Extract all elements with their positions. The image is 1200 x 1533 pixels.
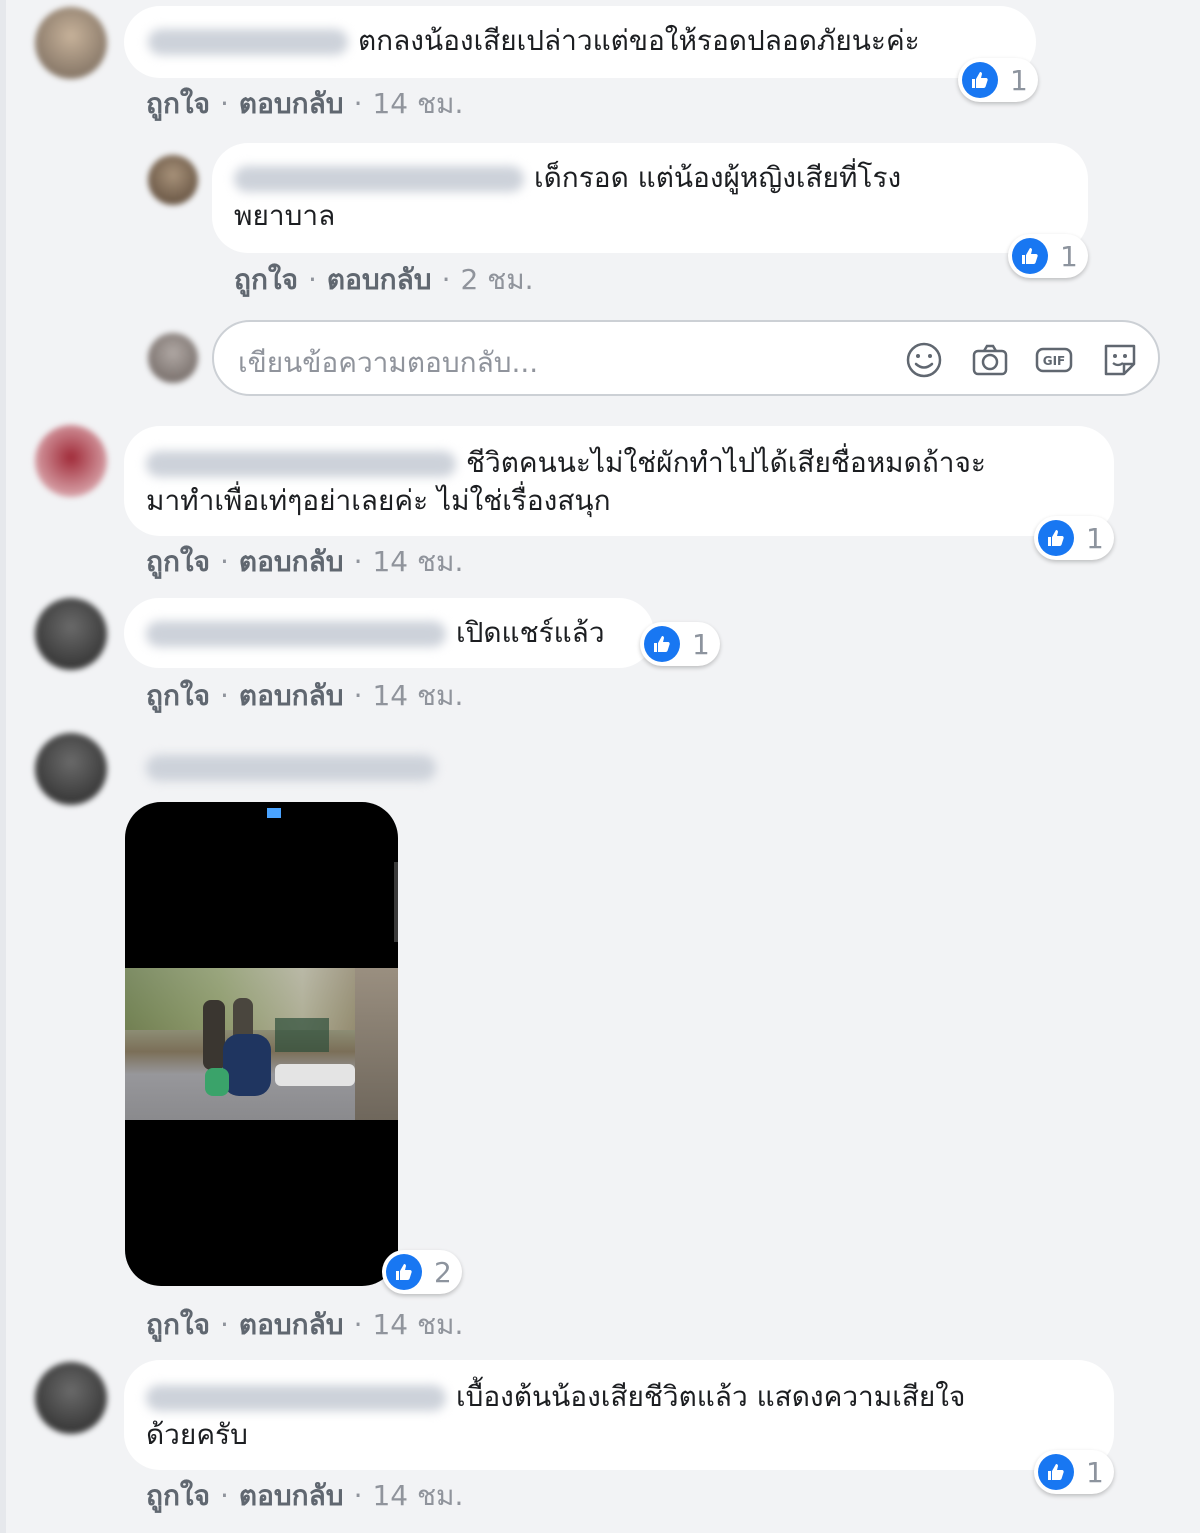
reaction-count[interactable]: 1 xyxy=(1008,234,1088,278)
like-link[interactable]: ถูกใจ xyxy=(234,263,298,296)
reply-link[interactable]: ตอบกลับ xyxy=(239,1479,344,1512)
reply-link[interactable]: ตอบกลับ xyxy=(239,679,344,712)
sticker-icon[interactable] xyxy=(1100,340,1140,380)
reply-bubble: เด็กรอด แต่น้องผู้หญิงเสียที่โรง พยาบาล xyxy=(212,143,1088,253)
blurred-author-name[interactable] xyxy=(146,621,446,647)
avatar[interactable] xyxy=(35,1362,107,1434)
comment-actions: ถูกใจ · ตอบกลับ · 14 ชม. xyxy=(146,679,464,712)
like-icon xyxy=(644,626,680,662)
comment-text: ตกลงน้องเสียเปล่าวแต่ขอให้รอดปลอดภัยนะค่… xyxy=(358,24,920,57)
reply-link[interactable]: ตอบกลับ xyxy=(239,545,344,578)
reaction-count[interactable]: 1 xyxy=(958,58,1038,102)
timestamp[interactable]: 14 ชม. xyxy=(372,1308,463,1341)
avatar[interactable] xyxy=(35,425,107,497)
comment-bubble: เบื้องต้นน้องเสียชีวิตแล้ว แสดงความเสียใ… xyxy=(124,1360,1114,1470)
smile-icon[interactable] xyxy=(904,340,944,380)
reaction-count[interactable]: 1 xyxy=(1034,516,1114,560)
gif-icon[interactable]: GIF xyxy=(1034,340,1074,380)
video-attachment[interactable] xyxy=(125,802,398,1286)
comment-bubble: ชีวิตคนนะไม่ใช่ผักทำไปได้เสียชื่อหมดถ้าจ… xyxy=(124,426,1114,536)
comment-bubble: ตกลงน้องเสียเปล่าวแต่ขอให้รอดปลอดภัยนะค่… xyxy=(124,6,1036,78)
timestamp[interactable]: 14 ชม. xyxy=(372,87,463,120)
like-icon xyxy=(962,62,998,98)
blurred-author-name[interactable] xyxy=(234,166,524,192)
comment-text-line1: ชีวิตคนนะไม่ใช่ผักทำไปได้เสียชื่อหมดถ้าจ… xyxy=(466,446,986,479)
like-icon xyxy=(1038,520,1074,556)
camera-icon[interactable] xyxy=(970,340,1010,380)
like-link[interactable]: ถูกใจ xyxy=(146,87,210,120)
comment-text-line2: มาทำเพื่อเท่ๆอย่าเลยค่ะ ไม่ใช่เรื่องสนุก xyxy=(146,484,611,517)
avatar[interactable] xyxy=(35,598,107,670)
like-link[interactable]: ถูกใจ xyxy=(146,1479,210,1512)
like-link[interactable]: ถูกใจ xyxy=(146,1308,210,1341)
comment-text-line2: พยาบาล xyxy=(234,199,336,232)
like-icon xyxy=(1012,238,1048,274)
reaction-count[interactable]: 2 xyxy=(382,1250,462,1294)
avatar[interactable] xyxy=(35,7,107,79)
timestamp[interactable]: 14 ชม. xyxy=(372,679,463,712)
video-top-marker xyxy=(267,808,281,818)
avatar[interactable] xyxy=(148,155,198,205)
video-scrollbar xyxy=(394,862,398,942)
like-icon xyxy=(386,1254,422,1290)
comment-actions: ถูกใจ · ตอบกลับ · 2 ชม. xyxy=(234,263,534,296)
reply-input[interactable]: เขียนข้อความตอบกลับ... GIF xyxy=(212,320,1160,396)
comment-actions: ถูกใจ · ตอบกลับ · 14 ชม. xyxy=(146,1308,464,1341)
left-edge xyxy=(0,0,6,1533)
reply-link[interactable]: ตอบกลับ xyxy=(239,1308,344,1341)
timestamp[interactable]: 2 ชม. xyxy=(460,263,533,296)
blurred-author-name[interactable] xyxy=(148,29,348,55)
reaction-count[interactable]: 1 xyxy=(1034,1450,1114,1494)
blurred-author-name[interactable] xyxy=(146,1385,446,1411)
like-link[interactable]: ถูกใจ xyxy=(146,679,210,712)
video-frame xyxy=(125,968,398,1120)
like-icon xyxy=(1038,1454,1074,1490)
comment-text-line1: เบื้องต้นน้องเสียชีวิตแล้ว แสดงความเสียใ… xyxy=(456,1380,966,1413)
blurred-author-name[interactable] xyxy=(146,755,436,781)
avatar[interactable] xyxy=(35,733,107,805)
timestamp[interactable]: 14 ชม. xyxy=(372,545,463,578)
reaction-count[interactable]: 1 xyxy=(640,622,720,666)
timestamp[interactable]: 14 ชม. xyxy=(372,1479,463,1512)
blurred-author-name[interactable] xyxy=(146,451,456,477)
comment-text-line2: ด้วยครับ xyxy=(146,1418,248,1451)
reply-link[interactable]: ตอบกลับ xyxy=(239,87,344,120)
reply-link[interactable]: ตอบกลับ xyxy=(327,263,432,296)
like-link[interactable]: ถูกใจ xyxy=(146,545,210,578)
reply-placeholder[interactable]: เขียนข้อความตอบกลับ... xyxy=(238,341,538,385)
comment-text-line1: เด็กรอด แต่น้องผู้หญิงเสียที่โรง xyxy=(534,161,902,194)
comment-actions: ถูกใจ · ตอบกลับ · 14 ชม. xyxy=(146,545,464,578)
comment-bubble: เปิดแชร์แล้ว xyxy=(124,598,654,668)
current-user-avatar[interactable] xyxy=(148,333,198,383)
comment-actions: ถูกใจ · ตอบกลับ · 14 ชม. xyxy=(146,87,464,120)
comment-actions: ถูกใจ · ตอบกลับ · 14 ชม. xyxy=(146,1479,464,1512)
comment-text: เปิดแชร์แล้ว xyxy=(456,616,605,649)
svg-text:GIF: GIF xyxy=(1043,354,1066,368)
